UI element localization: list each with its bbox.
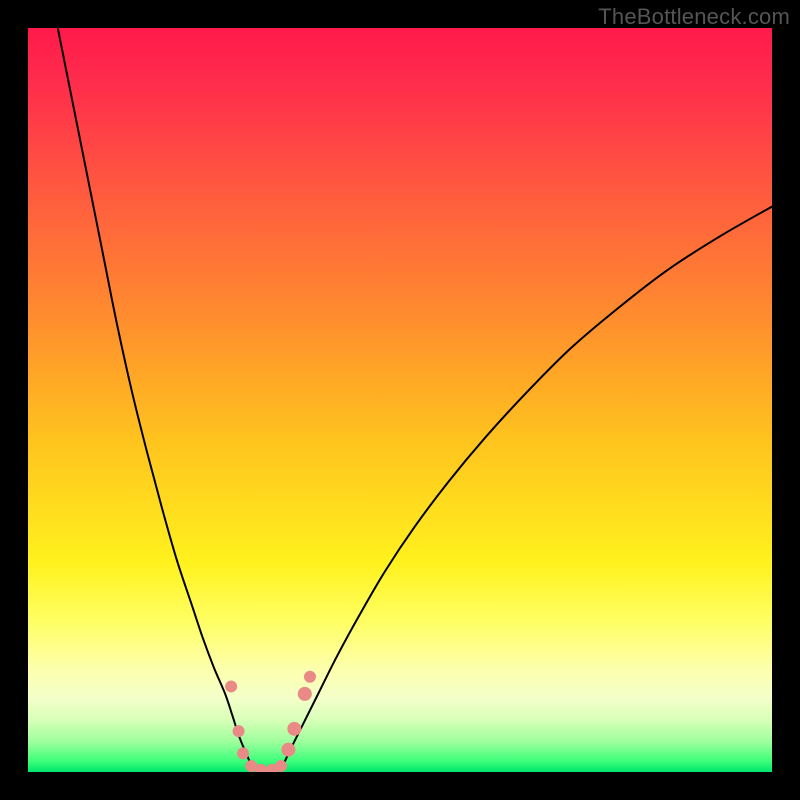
marker-point — [304, 671, 316, 683]
chart-svg — [28, 28, 772, 772]
marker-point — [225, 680, 237, 692]
marker-point — [275, 760, 287, 772]
chart-frame: TheBottleneck.com — [0, 0, 800, 800]
plot-area — [28, 28, 772, 772]
watermark-text: TheBottleneck.com — [598, 4, 790, 30]
marker-point — [237, 747, 249, 759]
marker-point — [233, 725, 245, 737]
marker-point — [298, 687, 312, 701]
marker-point — [281, 743, 295, 757]
marker-point — [287, 722, 301, 736]
gradient-background — [28, 28, 772, 772]
